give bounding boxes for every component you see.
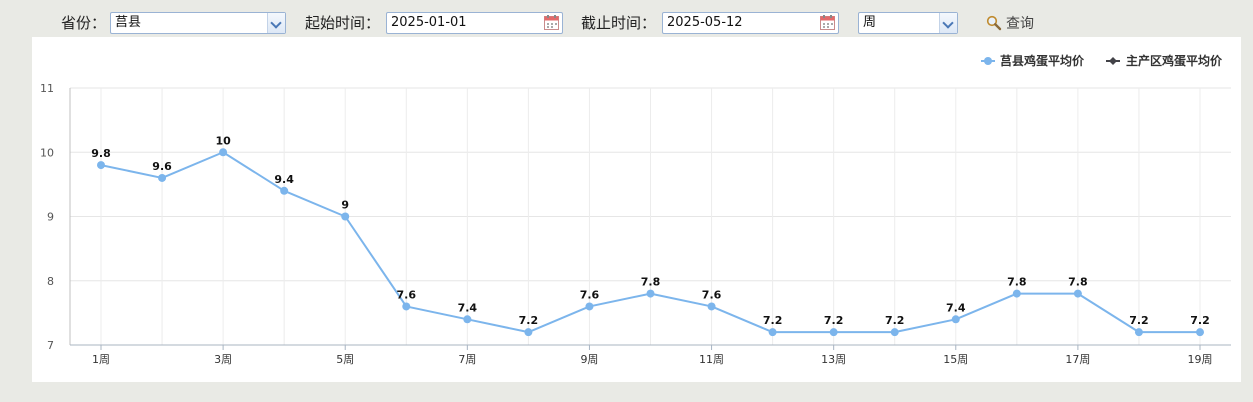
end-date-field[interactable]: 2025-05-12 xyxy=(662,12,839,34)
search-button-label: 查询 xyxy=(1006,16,1034,32)
data-label: 7.6 xyxy=(397,288,417,301)
period-select[interactable]: 周 xyxy=(858,12,958,34)
y-tick-label: 10 xyxy=(40,146,54,159)
data-point xyxy=(280,186,289,195)
x-tick-label: 15周 xyxy=(943,353,968,366)
legend-marker-local xyxy=(984,57,992,65)
province-select[interactable]: 莒县 xyxy=(110,12,286,34)
data-point xyxy=(646,289,655,298)
data-label: 7.2 xyxy=(1190,314,1210,327)
data-point xyxy=(829,328,838,337)
data-label: 9.6 xyxy=(152,160,172,173)
chart-panel: 7 8 9 10 11 1周 3周 5周 7周 9周 11周 13周 15周 17周 19周 9.8 9.6 10… xyxy=(32,37,1241,382)
x-tick-label: 7周 xyxy=(458,353,476,366)
period-select-value: 周 xyxy=(863,15,877,30)
filter-toolbar: 省份： 莒县 起始时间： 2025-01-01 截止时间： 2025-05-12 xyxy=(0,0,1253,40)
data-label: 10 xyxy=(215,134,231,147)
data-point xyxy=(1073,289,1082,298)
x-tick-label: 13周 xyxy=(821,353,846,366)
chevron-down-icon xyxy=(267,13,285,33)
end-date-label: 截止时间： xyxy=(581,14,657,32)
data-point xyxy=(97,161,105,170)
data-label: 9 xyxy=(341,199,349,212)
line-chart: 7 8 9 10 11 1周 3周 5周 7周 9周 11周 13周 15周 17周 19周 9.8 9.6 10… xyxy=(40,53,1231,366)
y-tick-label: 11 xyxy=(40,82,54,95)
data-point xyxy=(219,148,228,157)
data-label: 7.8 xyxy=(1007,276,1026,289)
y-tick-label: 8 xyxy=(47,275,54,288)
data-label: 7.8 xyxy=(1068,276,1088,289)
legend-marker-main xyxy=(1109,57,1117,65)
start-date-label: 起始时间： xyxy=(305,14,381,32)
calendar-icon[interactable] xyxy=(820,15,835,30)
data-label: 7.4 xyxy=(458,301,478,314)
chevron-down-icon xyxy=(939,13,957,33)
legend-label-local: 莒县鸡蛋平均价 xyxy=(1000,53,1085,68)
data-point xyxy=(341,212,350,221)
data-point xyxy=(463,315,472,324)
data-point xyxy=(158,173,167,182)
data-point xyxy=(890,328,899,337)
search-icon xyxy=(986,15,1002,31)
x-tick-label: 1周 xyxy=(92,353,110,366)
start-date-value: 2025-01-01 xyxy=(391,15,467,30)
data-label: 7.2 xyxy=(885,314,905,327)
data-point xyxy=(1012,289,1021,298)
calendar-icon[interactable] xyxy=(544,15,559,30)
data-point xyxy=(402,302,411,311)
data-point xyxy=(707,302,716,311)
province-select-value: 莒县 xyxy=(115,15,142,30)
x-tick-label: 19周 xyxy=(1188,353,1213,366)
data-label: 7.6 xyxy=(702,288,722,301)
y-tick-label: 9 xyxy=(47,211,54,224)
x-tick-label: 11周 xyxy=(699,353,724,366)
data-point xyxy=(768,328,777,337)
x-tick-label: 9周 xyxy=(580,353,598,366)
data-label: 7.2 xyxy=(763,314,783,327)
end-date-value: 2025-05-12 xyxy=(667,15,743,30)
start-date-field[interactable]: 2025-01-01 xyxy=(386,12,563,34)
y-tick-label: 7 xyxy=(47,339,54,352)
data-label: 7.6 xyxy=(580,288,600,301)
data-point xyxy=(1134,328,1143,337)
x-tick-label: 3周 xyxy=(214,353,232,366)
data-point xyxy=(951,315,960,324)
legend-label-main: 主产区鸡蛋平均价 xyxy=(1126,53,1223,68)
data-label: 7.4 xyxy=(946,301,966,314)
data-label: 7.2 xyxy=(824,314,844,327)
data-label: 9.4 xyxy=(274,173,294,186)
x-tick-label: 17周 xyxy=(1065,353,1090,366)
data-point xyxy=(1196,328,1204,337)
data-point xyxy=(585,302,594,311)
province-label: 省份： xyxy=(61,14,107,32)
data-label: 7.2 xyxy=(519,314,539,327)
data-label: 7.2 xyxy=(1129,314,1149,327)
data-label: 7.8 xyxy=(641,276,661,289)
data-point xyxy=(524,328,533,337)
data-label: 9.8 xyxy=(91,147,111,160)
x-tick-label: 5周 xyxy=(336,353,354,366)
